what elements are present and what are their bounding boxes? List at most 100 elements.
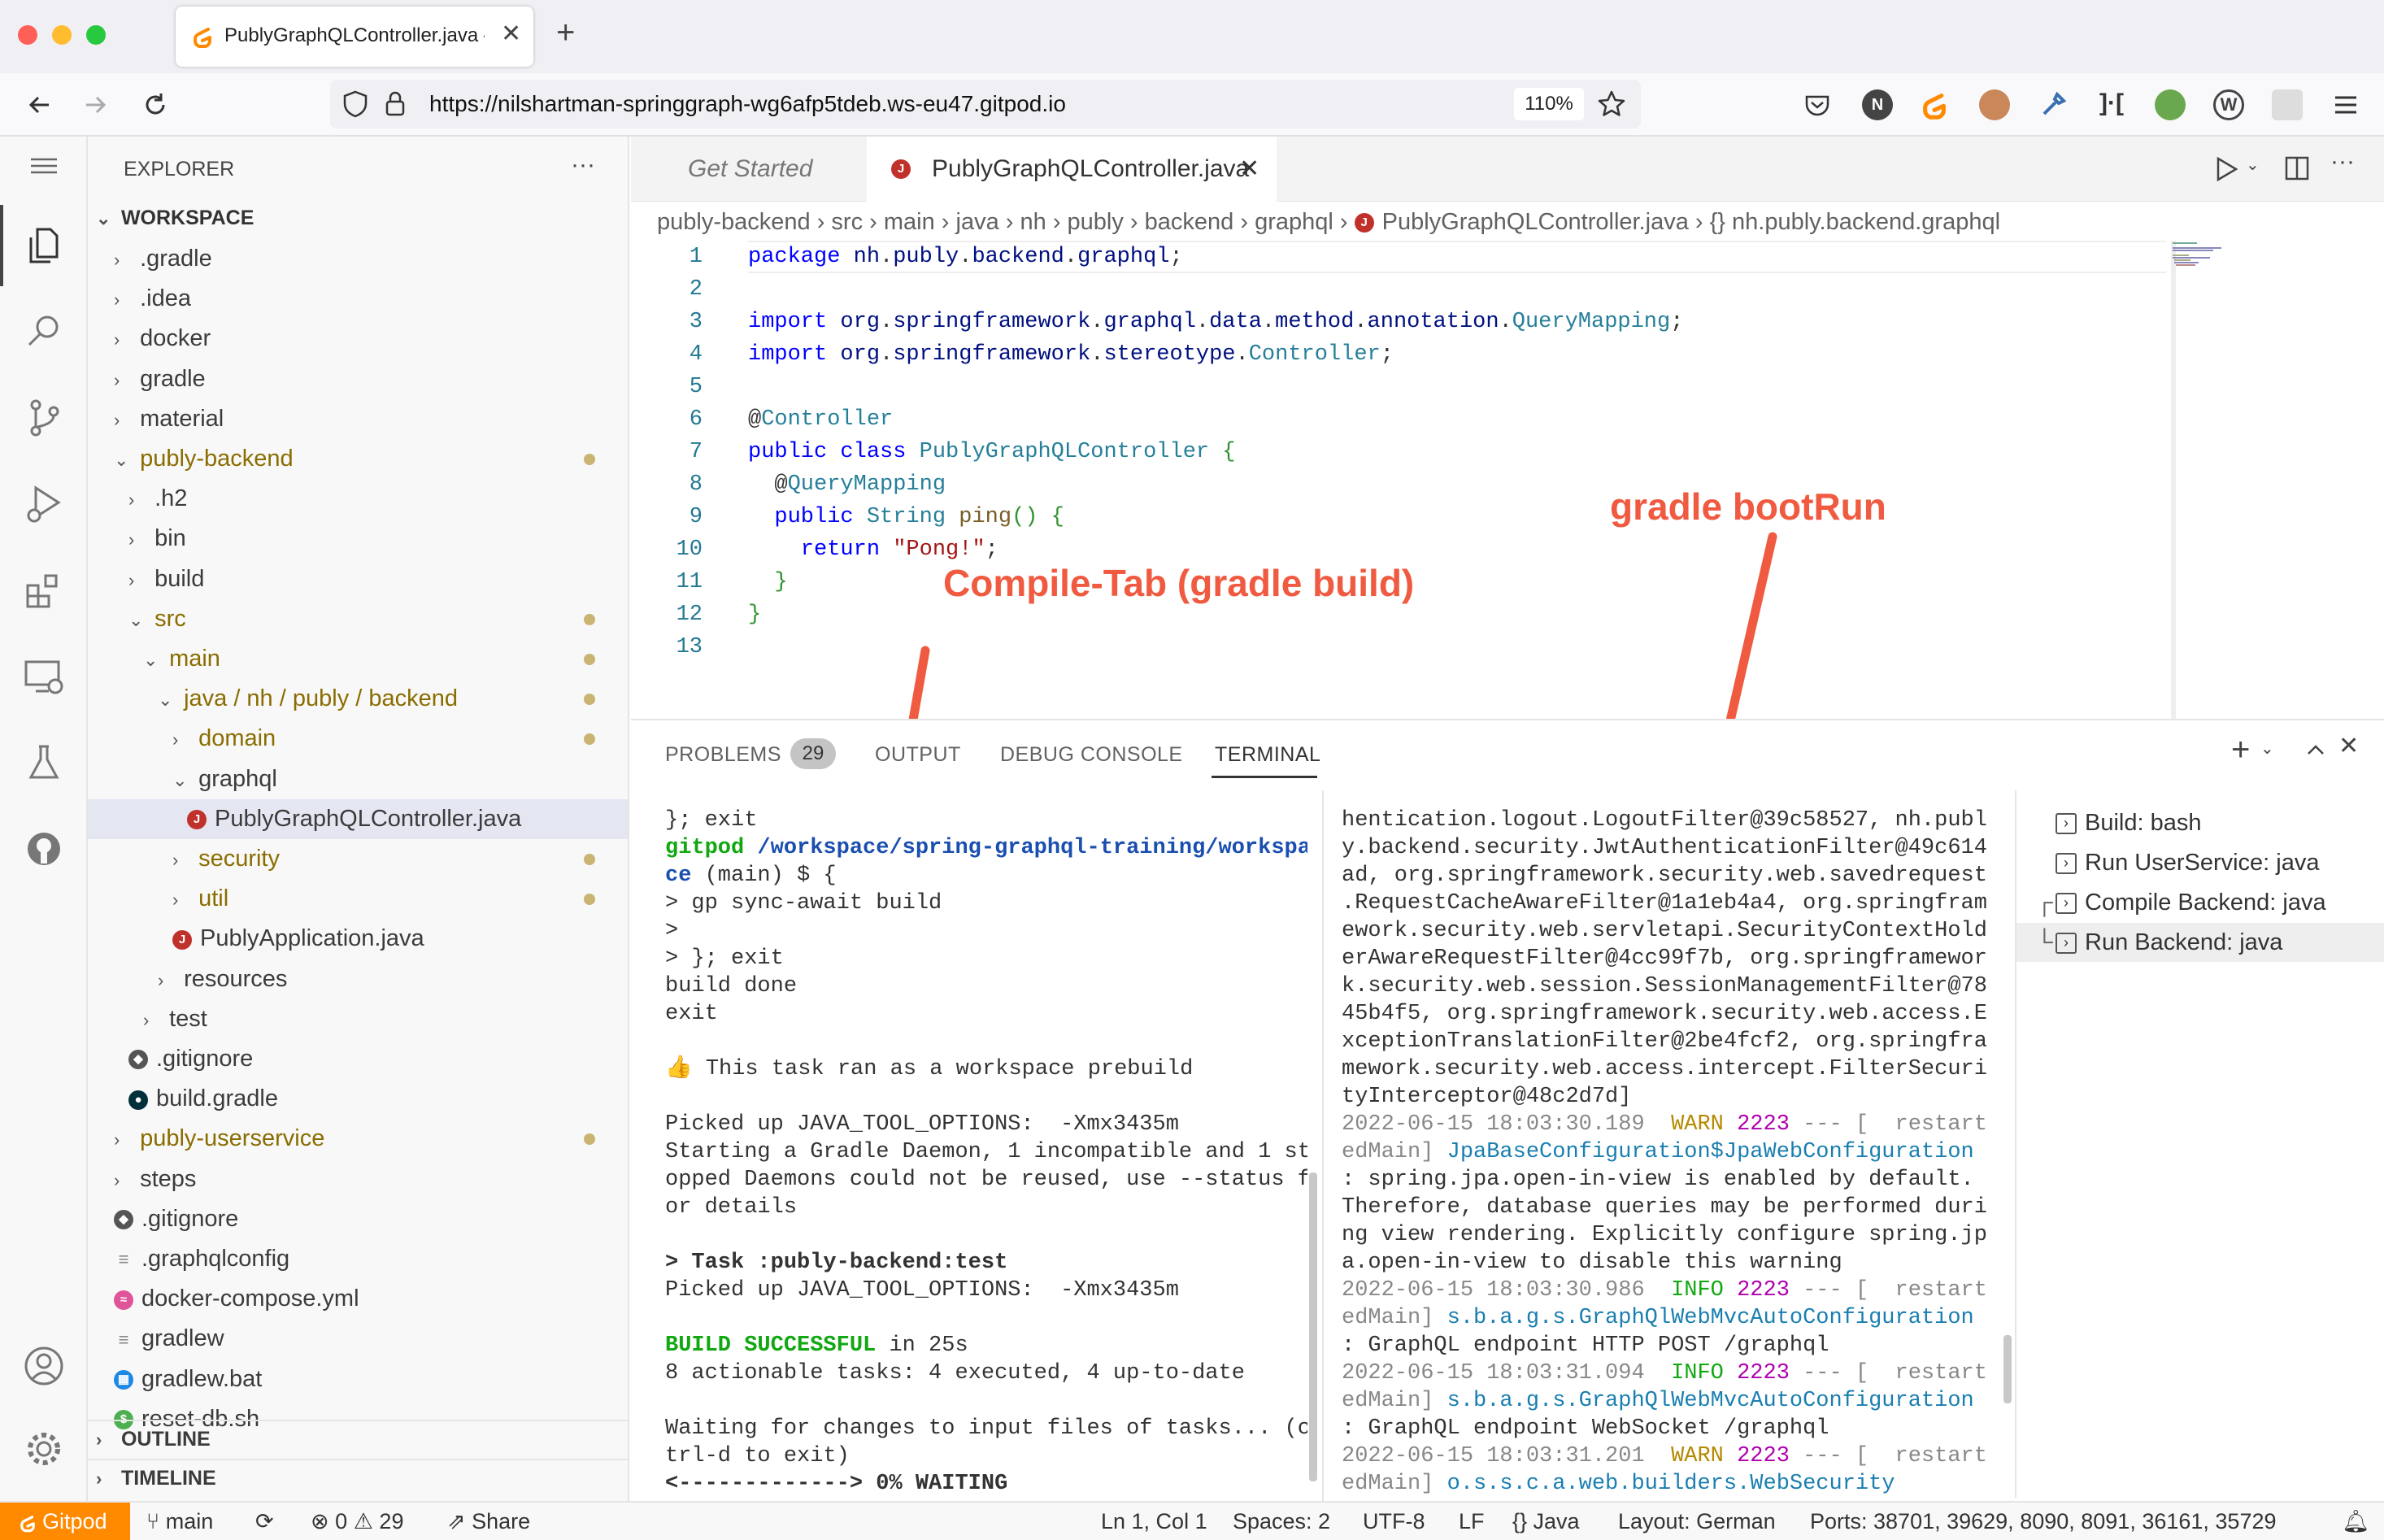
- extensions-icon[interactable]: [20, 566, 68, 615]
- account-icon[interactable]: [20, 1342, 68, 1390]
- close-tab-icon[interactable]: ✕: [1239, 137, 1259, 202]
- close-window-button[interactable]: [18, 25, 37, 45]
- file-item[interactable]: ◆ .gitignore: [88, 1199, 628, 1239]
- forward-arrow-icon[interactable]: [80, 89, 111, 120]
- reload-icon[interactable]: [140, 89, 171, 120]
- file-item[interactable]: ● build.gradle: [88, 1079, 628, 1119]
- folder-item[interactable]: › .h2: [88, 479, 628, 519]
- folder-item[interactable]: › gradle: [88, 359, 628, 399]
- folder-item[interactable]: ⌄ main: [88, 639, 628, 679]
- gitpod-extension-icon[interactable]: [1919, 89, 1950, 120]
- shield-icon[interactable]: [342, 89, 369, 119]
- folder-item[interactable]: › security: [88, 839, 628, 879]
- folder-item[interactable]: › .gradle: [88, 239, 628, 279]
- eol-status[interactable]: LF: [1459, 1503, 1485, 1540]
- encoding-status[interactable]: UTF-8: [1363, 1503, 1425, 1540]
- code-editor[interactable]: 1 package nh.publy.backend.graphql; 2 3 impo…: [631, 241, 2168, 719]
- lock-icon[interactable]: [384, 90, 407, 118]
- breadcrumb-item[interactable]: publy: [1068, 209, 1124, 235]
- pocket-icon[interactable]: [1802, 89, 1833, 120]
- folder-item[interactable]: ⌄ src: [88, 599, 628, 639]
- timeline-section-header[interactable]: › TIMELINE: [88, 1460, 628, 1496]
- terminal-task-item[interactable]: › Run UserService: java: [2016, 843, 2384, 882]
- notion-extension-icon[interactable]: N: [1862, 89, 1893, 120]
- bracket-extension-icon[interactable]: ]·[: [2096, 89, 2127, 120]
- github-icon[interactable]: [20, 824, 68, 873]
- breadcrumb-item[interactable]: java: [956, 209, 999, 235]
- tab-publy-graphql-controller[interactable]: J PublyGraphQLController.java ✕: [867, 137, 1277, 202]
- problems-status[interactable]: ⊗ 0 ⚠ 29: [311, 1503, 403, 1540]
- folder-item[interactable]: › .idea: [88, 279, 628, 319]
- close-tab-icon[interactable]: ✕: [501, 20, 521, 48]
- language-mode[interactable]: {} Java: [1512, 1503, 1580, 1540]
- search-icon[interactable]: [20, 307, 68, 356]
- chevron-down-icon[interactable]: ⌄: [2260, 738, 2274, 759]
- folder-item[interactable]: › util: [88, 879, 628, 919]
- terminal-task-item[interactable]: └ › Run Backend: java: [2016, 923, 2384, 962]
- ports-status[interactable]: Ports: 38701, 39629, 8090, 8091, 36161, …: [1810, 1503, 2277, 1540]
- maximize-window-button[interactable]: [86, 25, 106, 45]
- workspace-section-header[interactable]: ⌄ WORKSPACE: [88, 198, 628, 238]
- breadcrumb-item[interactable]: main: [884, 209, 935, 235]
- tab-terminal[interactable]: TERMINAL: [1215, 743, 1320, 767]
- folder-item[interactable]: › publy-userservice: [88, 1119, 628, 1159]
- more-actions-icon[interactable]: ···: [571, 151, 595, 179]
- folder-item[interactable]: › bin: [88, 519, 628, 559]
- file-item[interactable]: ◆ .gitignore: [88, 1039, 628, 1079]
- minimize-window-button[interactable]: [52, 25, 72, 45]
- folder-item[interactable]: › docker: [88, 319, 628, 359]
- tab-problems[interactable]: PROBLEMS: [665, 743, 781, 767]
- minimap[interactable]: [2169, 241, 2251, 281]
- split-editor-icon[interactable]: [2283, 154, 2311, 182]
- address-bar[interactable]: https://nilshartman-springgraph-wg6afp5t…: [330, 80, 1641, 128]
- cookie-extension-icon[interactable]: [1979, 89, 2010, 120]
- branch-status[interactable]: ⑂ main: [146, 1503, 213, 1540]
- breadcrumb-item[interactable]: nh: [1020, 209, 1046, 235]
- more-actions-icon[interactable]: ···: [2330, 148, 2355, 176]
- folder-item[interactable]: ⌄ java / nh / publy / backend: [88, 679, 628, 719]
- testing-flask-icon[interactable]: [20, 738, 68, 787]
- back-arrow-icon[interactable]: [24, 89, 55, 120]
- folder-item[interactable]: › build: [88, 559, 628, 599]
- folder-item[interactable]: › resources: [88, 959, 628, 999]
- share-status[interactable]: ⇗ Share: [447, 1503, 530, 1540]
- breadcrumb-item[interactable]: {} nh.publy.backend.graphql: [1710, 209, 2000, 235]
- keyboard-layout[interactable]: Layout: German: [1618, 1503, 1776, 1540]
- zoom-level-badge[interactable]: 110%: [1514, 88, 1584, 120]
- outline-section-header[interactable]: › OUTLINE: [88, 1421, 628, 1457]
- terminal-task-item[interactable]: › Build: bash: [2016, 803, 2384, 842]
- menu-icon[interactable]: [20, 150, 68, 182]
- new-terminal-plus-icon[interactable]: +: [2231, 732, 2250, 768]
- file-item[interactable]: ≈ docker-compose.yml: [88, 1279, 628, 1319]
- breadcrumb-item[interactable]: graphql: [1255, 209, 1333, 235]
- file-item[interactable]: J PublyApplication.java: [88, 919, 628, 959]
- indentation-status[interactable]: Spaces: 2: [1233, 1503, 1330, 1540]
- file-item[interactable]: ▦ gradlew.bat: [88, 1359, 628, 1399]
- file-item[interactable]: ≡ gradlew: [88, 1319, 628, 1359]
- settings-gear-icon[interactable]: [20, 1425, 68, 1473]
- tab-get-started[interactable]: Get Started: [631, 137, 867, 202]
- frog-extension-icon[interactable]: [2155, 89, 2186, 120]
- menu-hamburger-icon[interactable]: [2330, 89, 2361, 120]
- gitpod-status-button[interactable]: Gitpod: [0, 1503, 130, 1540]
- run-debug-icon[interactable]: [20, 480, 68, 529]
- tab-output[interactable]: OUTPUT: [875, 743, 961, 767]
- terminal-run-backend[interactable]: hentication.logout.LogoutFilter@39c58527…: [1342, 807, 1992, 1498]
- close-panel-icon[interactable]: ✕: [2338, 732, 2359, 760]
- new-tab-icon[interactable]: +: [556, 15, 575, 51]
- cursor-position[interactable]: Ln 1, Col 1: [1101, 1503, 1207, 1540]
- folder-item[interactable]: › material: [88, 399, 628, 439]
- remote-explorer-icon[interactable]: [20, 652, 68, 701]
- chevron-down-icon[interactable]: ⌄: [2246, 154, 2260, 175]
- folder-item[interactable]: ⌄ publy-backend: [88, 439, 628, 479]
- terminal-task-item[interactable]: ┌ › Compile Backend: java: [2016, 883, 2384, 922]
- eyedropper-extension-icon[interactable]: [2038, 89, 2069, 120]
- folder-item[interactable]: ⌄ graphql: [88, 759, 628, 799]
- folder-item[interactable]: › test: [88, 999, 628, 1039]
- breadcrumb-item[interactable]: backend: [1145, 209, 1234, 235]
- browser-tab[interactable]: PublyGraphQLController.java — ✕: [176, 7, 533, 67]
- folder-item[interactable]: › domain: [88, 719, 628, 759]
- explorer-files-icon[interactable]: [20, 221, 68, 270]
- file-item[interactable]: J PublyGraphQLController.java: [88, 798, 628, 839]
- notifications-bell-icon[interactable]: 🔔︎: [2342, 1503, 2369, 1540]
